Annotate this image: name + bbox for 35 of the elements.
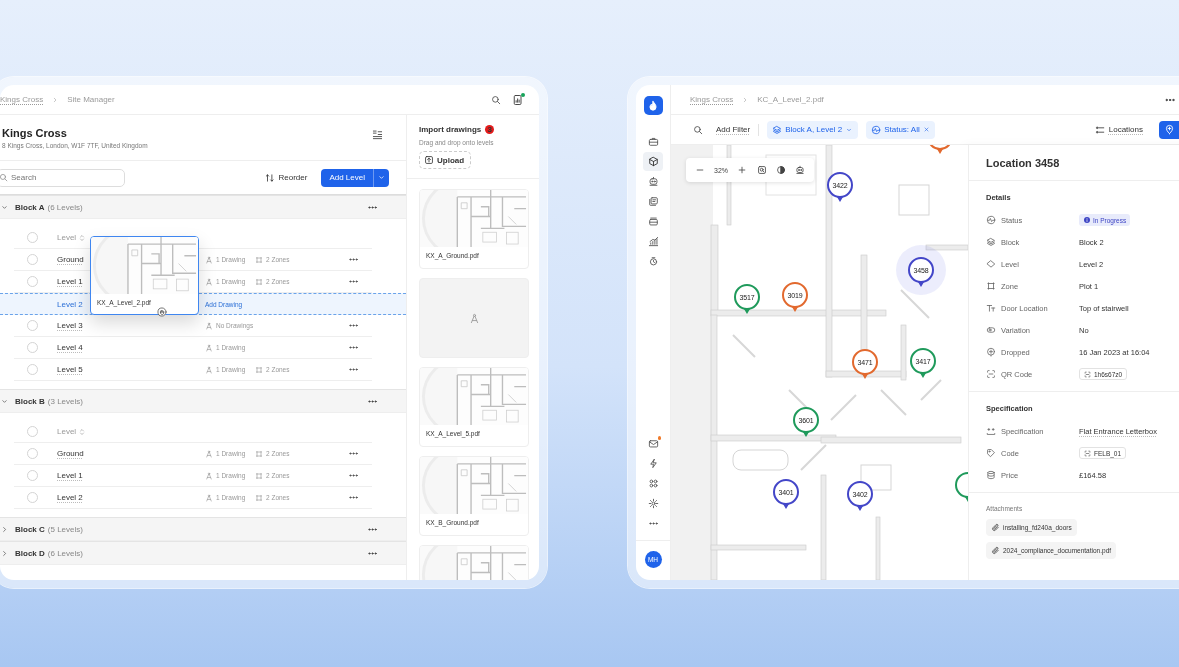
block-name: Block D	[15, 548, 45, 558]
upload-button[interactable]: Upload	[419, 151, 472, 169]
breadcrumb-current: KC_A_Level_2.pdf	[757, 95, 824, 104]
block-name: Block A	[15, 202, 45, 212]
level-name[interactable]: Level 3	[57, 321, 83, 330]
add-filter-button[interactable]: Add Filter	[716, 125, 751, 134]
panel-title: Location 3458	[969, 145, 1179, 181]
block-name: Block B	[15, 396, 45, 406]
level-name[interactable]: Level 2	[57, 493, 83, 502]
level-name[interactable]: Ground	[57, 255, 84, 264]
locations-button[interactable]: Locations	[1094, 124, 1143, 135]
filter-chip[interactable]: Status: All	[866, 120, 935, 139]
level-count: (6 Levels)	[47, 548, 83, 558]
add-level-button[interactable]: Add Level	[321, 168, 389, 187]
count-badge: 3	[485, 125, 495, 134]
level-name[interactable]: Level 1	[57, 277, 83, 286]
level-name[interactable]: Level 4	[57, 343, 83, 352]
breadcrumb-current: Site Manager	[67, 95, 115, 104]
block-name: Block C	[15, 524, 45, 534]
block-header[interactable]: Block D (6 Levels)	[0, 541, 406, 565]
filter-chip[interactable]: Block A, Level 2	[767, 120, 859, 139]
block-header[interactable]: Block C (5 Levels)	[0, 517, 406, 541]
panel-title: Import drawings	[419, 125, 482, 134]
level-name: Level 2	[57, 299, 83, 309]
block-header[interactable]: Block A (6 Levels)	[0, 195, 406, 219]
search-field[interactable]: Search	[0, 168, 125, 187]
level-name[interactable]: Level 5	[57, 365, 83, 374]
reorder-button[interactable]: Reorder	[264, 172, 308, 183]
level-name[interactable]: Ground	[57, 449, 84, 458]
level-count: (3 Levels)	[47, 396, 83, 406]
level-count: (6 Levels)	[47, 202, 83, 212]
level-count: (5 Levels)	[47, 524, 83, 534]
level-name[interactable]: Level 1	[57, 471, 83, 480]
block-header[interactable]: Block B (3 Levels)	[0, 389, 406, 413]
site-name: Kings Cross	[2, 127, 68, 139]
